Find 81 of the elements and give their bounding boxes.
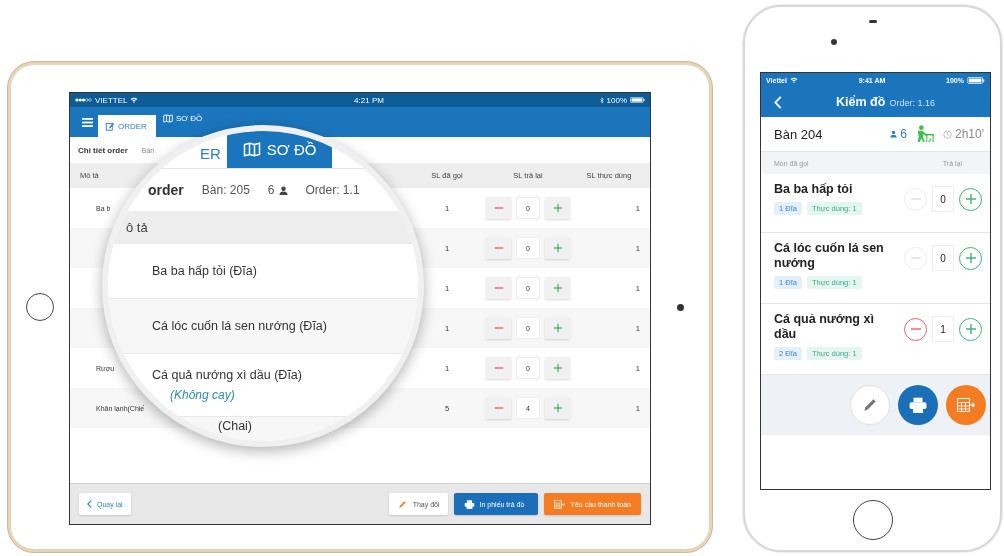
wifi-icon xyxy=(130,97,139,103)
plus-icon xyxy=(552,283,563,293)
order-number: Order: 1.1 xyxy=(305,183,360,197)
guest-count: 6 xyxy=(900,127,907,141)
chevron-left-icon xyxy=(87,500,92,508)
payment-button[interactable] xyxy=(946,385,986,425)
plus-icon xyxy=(552,203,563,213)
dish-name: Ba ba hấp tỏi xyxy=(774,182,854,197)
signal-icon xyxy=(75,98,92,102)
dish-name: Cá lóc cuốn lá sen nướng xyxy=(774,241,884,271)
quantity-field[interactable]: 0 xyxy=(932,186,954,212)
decrease-button[interactable] xyxy=(904,317,927,341)
page-heading: order xyxy=(148,182,184,198)
increase-button[interactable] xyxy=(959,317,982,341)
decrease-button[interactable] xyxy=(486,397,511,419)
order-number: Order: 1.16 xyxy=(889,98,935,108)
battery-percent: 100% xyxy=(606,95,627,105)
plus-icon xyxy=(964,193,977,205)
increase-button[interactable] xyxy=(545,197,570,219)
quantity-field[interactable]: 0 xyxy=(932,245,954,271)
camera-dot xyxy=(676,303,684,311)
screen-title: Kiểm đồ xyxy=(836,95,886,109)
menu-icon xyxy=(81,117,93,127)
person-at-table-icon xyxy=(915,125,935,143)
decrease-button[interactable] xyxy=(486,237,511,259)
increase-button[interactable] xyxy=(545,277,570,299)
column-header: ô tả xyxy=(126,219,148,235)
decrease-button[interactable] xyxy=(486,277,511,299)
status-time: 4:21 PM xyxy=(354,95,384,105)
table-label: Bàn 204 xyxy=(774,126,824,142)
battery-icon xyxy=(630,97,645,103)
wifi-icon xyxy=(789,77,798,83)
decrease-button[interactable] xyxy=(486,357,511,379)
increase-button[interactable] xyxy=(545,317,570,339)
table-arrow-icon xyxy=(957,397,975,413)
plus-icon xyxy=(552,323,563,333)
map-icon xyxy=(162,113,173,123)
speaker-slot xyxy=(868,20,877,23)
camera-dot xyxy=(831,39,837,45)
dish-name: Ba ba hấp tỏi (Đĩa) xyxy=(152,264,257,278)
battery-icon xyxy=(967,76,985,84)
plus-icon xyxy=(964,252,977,264)
table-label: Bàn: 205 xyxy=(201,183,250,197)
decrease-button[interactable] xyxy=(486,317,511,339)
elapsed-time: 2h10' xyxy=(955,127,984,141)
plus-icon xyxy=(552,363,563,373)
dish-name: Cá lóc cuốn lá sen nướng (Đĩa) xyxy=(152,319,327,333)
pencil-icon xyxy=(396,499,408,509)
map-icon xyxy=(242,142,261,157)
print-button[interactable] xyxy=(898,385,938,425)
edit-icon xyxy=(105,121,115,131)
printer-icon xyxy=(909,397,927,413)
pencil-icon xyxy=(861,397,879,413)
printer-icon xyxy=(463,499,475,509)
table-arrow-icon xyxy=(554,499,566,509)
bluetooth-icon xyxy=(599,96,604,104)
chevron-left-icon xyxy=(774,95,782,109)
plus-icon xyxy=(964,323,977,335)
page-heading: Chi tiết order xyxy=(78,145,128,155)
increase-button[interactable] xyxy=(959,187,982,211)
increase-button[interactable] xyxy=(545,357,570,379)
plus-icon xyxy=(552,403,563,413)
person-icon xyxy=(278,185,288,195)
decrease-button[interactable] xyxy=(486,197,511,219)
edit-button[interactable] xyxy=(850,385,890,425)
tab[interactable]: SƠ ĐỒ xyxy=(226,131,333,168)
increase-button[interactable] xyxy=(545,237,570,259)
carrier-name: VIETTEL xyxy=(95,95,128,105)
dish-name: Cá quả nướng xì dầu xyxy=(774,312,875,342)
person-icon xyxy=(890,130,898,138)
guest-count: 6 xyxy=(267,183,275,197)
dish-name: Cá quả nướng xì dầu (Đĩa) xyxy=(152,368,302,382)
plus-icon xyxy=(552,243,563,253)
dish-name: (Chai) xyxy=(218,419,253,433)
tab[interactable]: SƠ ĐỒ xyxy=(155,112,204,124)
dish-note: (Không cay) xyxy=(170,388,236,402)
tab[interactable]: ORDER xyxy=(98,115,156,137)
increase-button[interactable] xyxy=(959,246,982,270)
clock-icon xyxy=(943,129,952,139)
increase-button[interactable] xyxy=(545,397,570,419)
quantity-field[interactable]: 1 xyxy=(932,316,954,342)
